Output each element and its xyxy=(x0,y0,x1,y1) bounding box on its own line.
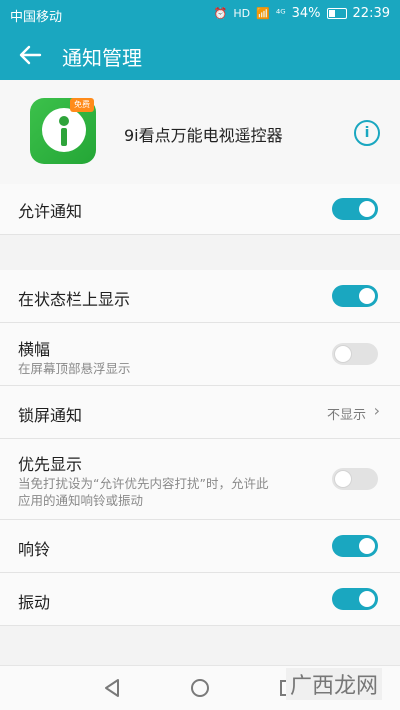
banner-description: 在屏幕顶部悬浮显示 xyxy=(18,361,131,376)
lock-screen-label: 锁屏通知 xyxy=(18,406,83,425)
watermark: 广西龙网 xyxy=(285,668,382,700)
toggle-knob xyxy=(359,288,375,304)
app-icon-tag: 免费 xyxy=(70,98,94,112)
navigation-bar: 广西龙网 xyxy=(0,665,400,710)
status-bar: 中国移动 ⏰ HD 📶 ⁴ᴳ 34% 22:39 xyxy=(0,0,400,30)
carrier-label: 中国移动 xyxy=(10,10,63,25)
banner-row[interactable]: 横幅 在屏幕顶部悬浮显示 xyxy=(0,323,400,386)
page-title: 通知管理 xyxy=(62,46,142,70)
wifi-icon: 📶 xyxy=(256,7,270,20)
toggle-knob xyxy=(359,591,375,607)
toggle-knob xyxy=(359,538,375,554)
vibrate-label: 振动 xyxy=(18,593,51,612)
vibrate-toggle[interactable] xyxy=(332,588,378,610)
toggle-knob xyxy=(335,346,351,362)
app-bar: 通知管理 xyxy=(0,30,400,80)
status-bar-row[interactable]: 在状态栏上显示 xyxy=(0,270,400,323)
priority-description-line2: 应用的通知响铃或振动 xyxy=(18,493,144,508)
back-triangle-icon[interactable] xyxy=(98,674,126,702)
alarm-icon: ⏰ xyxy=(213,7,228,20)
toggle-knob xyxy=(359,201,375,217)
settings-card: 在状态栏上显示 横幅 在屏幕顶部悬浮显示 锁屏通知 不显示 › 优先显示 当免打… xyxy=(0,270,400,626)
home-circle-icon[interactable] xyxy=(186,674,214,702)
info-icon[interactable]: i xyxy=(354,120,380,146)
priority-row[interactable]: 优先显示 当免打扰设为“允许优先内容打扰”时，允许此 应用的通知响铃或振动 xyxy=(0,439,400,520)
vibrate-row[interactable]: 振动 xyxy=(0,573,400,626)
status-bar-toggle[interactable] xyxy=(332,285,378,307)
battery-percent: 34% xyxy=(291,6,321,21)
app-header: 免费 9i看点万能电视遥控器 i xyxy=(0,80,400,184)
app-icon: 免费 xyxy=(30,98,96,164)
allow-notifications-label: 允许通知 xyxy=(18,202,83,221)
priority-label: 优先显示 xyxy=(18,455,83,474)
hd-icon: HD xyxy=(233,7,251,20)
app-icon-dot xyxy=(59,116,69,126)
priority-toggle[interactable] xyxy=(332,468,378,490)
ring-label: 响铃 xyxy=(18,540,51,559)
banner-toggle[interactable] xyxy=(332,343,378,365)
battery-icon xyxy=(326,8,347,19)
ring-toggle[interactable] xyxy=(332,535,378,557)
clock: 22:39 xyxy=(352,6,390,21)
status-icons: ⏰ HD 📶 ⁴ᴳ 34% 22:39 xyxy=(214,6,390,21)
allow-notifications-row[interactable]: 允许通知 xyxy=(0,184,400,235)
toggle-knob xyxy=(335,471,351,487)
priority-description-line1: 当免打扰设为“允许优先内容打扰”时，允许此 xyxy=(18,476,269,491)
lock-screen-value: 不显示 xyxy=(326,408,366,423)
signal-icon: ⁴ᴳ xyxy=(275,7,286,20)
allow-notifications-card: 允许通知 xyxy=(0,184,400,235)
ring-row[interactable]: 响铃 xyxy=(0,520,400,573)
chevron-right-icon: › xyxy=(373,401,380,420)
status-bar-label: 在状态栏上显示 xyxy=(18,290,131,309)
banner-label: 横幅 xyxy=(18,340,51,359)
lock-screen-row[interactable]: 锁屏通知 不显示 › xyxy=(0,386,400,439)
back-arrow-icon[interactable] xyxy=(16,40,46,70)
app-icon-stem xyxy=(61,128,67,146)
app-name: 9i看点万能电视遥控器 xyxy=(124,126,283,145)
allow-notifications-toggle[interactable] xyxy=(332,198,378,220)
